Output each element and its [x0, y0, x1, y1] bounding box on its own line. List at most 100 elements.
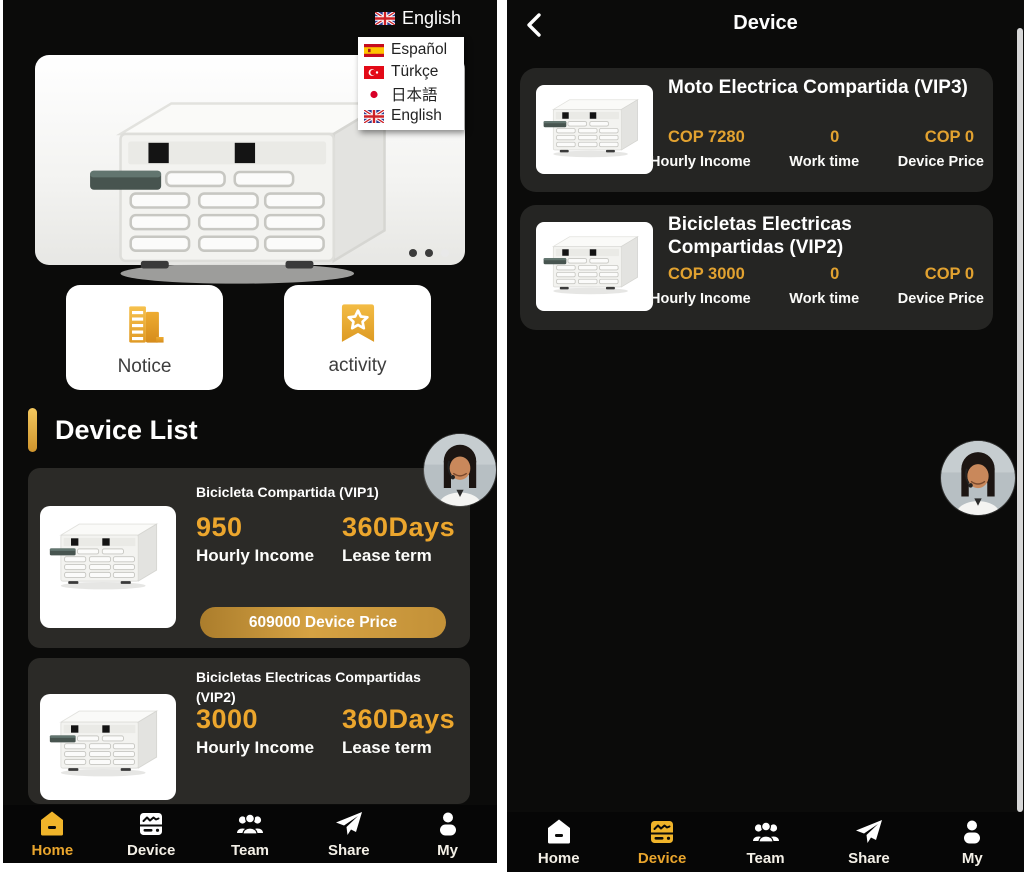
nav-team[interactable]: Team [714, 812, 817, 872]
device-price-label: Device Price [898, 291, 984, 307]
hourly-income-value: COP 3000 [668, 265, 745, 284]
my-profile-icon [957, 817, 987, 847]
support-avatar[interactable] [424, 434, 496, 506]
language-option-espanol[interactable]: Español [364, 39, 464, 61]
device-card-vip3[interactable]: Moto Electrica Compartida (VIP3) COP 728… [520, 68, 993, 192]
japan-flag-icon [364, 88, 384, 101]
spain-flag-icon [364, 44, 384, 57]
section-title: Device List [55, 415, 198, 446]
nav-share[interactable]: Share [817, 812, 920, 872]
hourly-income-value: COP 7280 [668, 128, 745, 147]
nav-my[interactable]: My [921, 812, 1024, 872]
device-card-vip2[interactable]: Bicicletas Electricas Compartidas (VIP2)… [28, 658, 470, 804]
carousel-dot[interactable] [441, 249, 449, 257]
hourly-income-value: 3000 [196, 704, 342, 735]
avatar-photo [424, 434, 496, 506]
nav-home[interactable]: Home [507, 812, 610, 872]
language-option-label: Español [391, 41, 447, 59]
screenshot-canvas: English Español Türkçe [0, 0, 1024, 872]
team-people-icon [235, 809, 265, 839]
nav-label: Home [32, 842, 74, 859]
nav-label: Team [231, 842, 269, 859]
device-thumbnail [40, 506, 176, 628]
nav-share[interactable]: Share [299, 805, 398, 863]
notice-label: Notice [118, 356, 172, 378]
device-thumbnail [536, 222, 653, 311]
language-dropdown: Español Türkçe 日本語 [358, 37, 464, 130]
device-card-vip1[interactable]: Bicicleta Compartida (VIP1) 950 Hourly I [28, 468, 470, 648]
page-title: Device [507, 12, 1024, 35]
carousel-dots[interactable] [409, 249, 449, 257]
uk-flag-icon [375, 12, 395, 25]
nav-my[interactable]: My [398, 805, 497, 863]
nav-label: Share [848, 850, 890, 867]
carousel-dot[interactable] [409, 249, 417, 257]
language-option-turkce[interactable]: Türkçe [364, 61, 464, 83]
activity-button[interactable]: activity [284, 285, 431, 390]
hourly-income-value: 950 [196, 512, 342, 543]
device-title: Bicicletas Electricas Compartidas (VIP2) [196, 667, 464, 708]
turkey-flag-icon [364, 66, 384, 79]
my-profile-icon [433, 809, 463, 839]
work-time-label: Work time [789, 291, 859, 307]
nav-label: Share [328, 842, 370, 859]
nav-device[interactable]: Device [102, 805, 201, 863]
activity-star-badge-icon [333, 299, 383, 349]
device-card-vip2[interactable]: Bicicletas Electricas Compartidas (VIP2)… [520, 205, 993, 330]
device-list-header: Device List [28, 408, 198, 452]
device-stat-values: COP 7280 0 COP 0 [668, 128, 974, 147]
device-machine-icon [647, 817, 677, 847]
language-option-label: 日本語 [391, 83, 438, 105]
device-title: Bicicleta Compartida (VIP1) [196, 482, 464, 502]
language-option-label: English [391, 107, 442, 125]
support-avatar[interactable] [941, 441, 1015, 515]
hourly-income-label: Hourly Income [196, 546, 342, 566]
nav-device[interactable]: Device [610, 812, 713, 872]
hourly-income-label: Hourly Income [650, 291, 751, 307]
device-price-button[interactable]: 609000 Device Price [200, 607, 446, 638]
team-people-icon [751, 817, 781, 847]
device-thumbnail [536, 85, 653, 174]
language-option-label: Türkçe [391, 63, 438, 81]
share-paper-plane-icon [854, 817, 884, 847]
device-photo [542, 90, 647, 168]
nav-label: My [962, 850, 983, 867]
lease-term-label: Lease term [342, 546, 455, 566]
activity-label: activity [328, 355, 386, 377]
uk-flag-icon [364, 110, 384, 123]
building-icon [119, 298, 171, 350]
device-price-value: COP 0 [925, 265, 974, 284]
bottom-navigation: Home Device Team Share [507, 812, 1024, 872]
nav-label: My [437, 842, 458, 859]
nav-label: Device [127, 842, 175, 859]
hourly-income-label: Hourly Income [196, 738, 342, 758]
device-title: Bicicletas Electricas Compartidas (VIP2) [668, 214, 968, 260]
home-icon [544, 817, 574, 847]
device-machine-icon [136, 809, 166, 839]
device-stat-values: COP 3000 0 COP 0 [668, 265, 974, 284]
nav-team[interactable]: Team [201, 805, 300, 863]
home-screen: English Español Türkçe [3, 0, 497, 863]
device-stats: 3000 Hourly Income 360Days Lease term [196, 704, 455, 758]
lease-term-label: Lease term [342, 738, 455, 758]
device-price-value: COP 0 [925, 128, 974, 147]
language-selected-label: English [402, 8, 461, 29]
home-icon [37, 809, 67, 839]
device-screen: Device Moto Electrica Compartida (VIP3) [507, 0, 1024, 872]
scrollbar[interactable] [1017, 28, 1023, 812]
notice-button[interactable]: Notice [66, 285, 223, 390]
device-stat-labels: Hourly Income Work time Device Price [650, 291, 984, 307]
device-photo [542, 227, 647, 305]
language-selector[interactable]: English [375, 8, 461, 29]
bottom-navigation: Home Device Team Share [3, 805, 497, 863]
lease-term-value: 360Days [342, 512, 455, 543]
language-option-japanese[interactable]: 日本語 [364, 83, 464, 105]
screen-header: Device [507, 0, 1024, 50]
nav-home[interactable]: Home [3, 805, 102, 863]
device-price-label: Device Price [898, 154, 984, 170]
device-title: Moto Electrica Compartida (VIP3) [668, 77, 968, 100]
avatar-photo [941, 441, 1015, 515]
carousel-dot[interactable] [425, 249, 433, 257]
work-time-label: Work time [789, 154, 859, 170]
language-option-english[interactable]: English [364, 105, 464, 127]
